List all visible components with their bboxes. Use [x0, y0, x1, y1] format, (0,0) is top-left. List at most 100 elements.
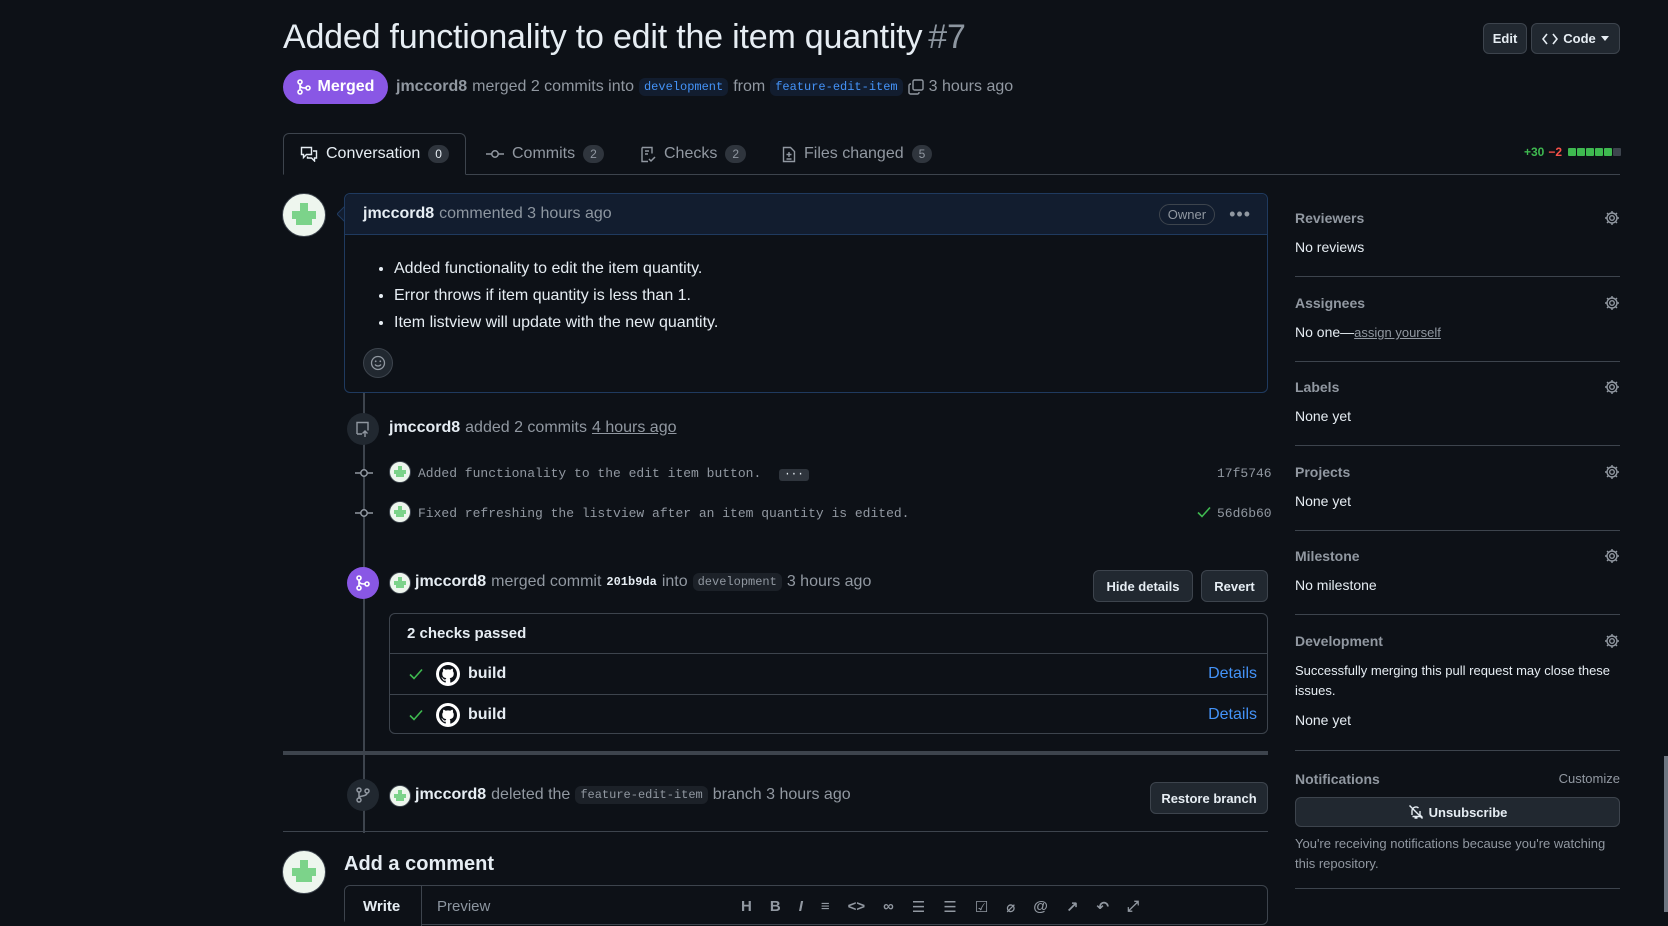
attach-icon[interactable]: ⌀ — [1006, 898, 1015, 916]
merge-icon — [296, 79, 311, 95]
commits-added-event: jmccord8 added 2 commits 4 hours ago — [389, 419, 677, 437]
head-branch[interactable]: feature-edit-item — [770, 78, 903, 96]
base-branch[interactable]: development — [638, 78, 729, 96]
mention-icon[interactable]: @ — [1033, 898, 1048, 916]
event-time-link[interactable]: 4 hours ago — [592, 419, 677, 437]
pr-title-text: Added functionality to edit the item qua… — [283, 18, 923, 56]
diffstat-block — [1595, 148, 1604, 156]
pr-meta: jmccord8 merged 2 commits into developme… — [396, 78, 1013, 96]
deleted-branch[interactable]: feature-edit-item — [575, 786, 708, 804]
merge-icon — [356, 575, 370, 591]
unordered-list-icon[interactable]: ☰ — [943, 898, 956, 916]
cross-reference-icon[interactable]: ↗ — [1066, 898, 1079, 916]
heading-icon[interactable]: H — [741, 898, 752, 916]
check-row: build Details — [390, 694, 1267, 735]
check-name: build — [468, 665, 507, 682]
avatar[interactable] — [389, 785, 411, 807]
quote-icon[interactable]: ≡ — [821, 898, 830, 916]
projects-label: Projects — [1295, 464, 1351, 480]
revert-button[interactable]: Revert — [1201, 570, 1268, 602]
edit-title-button[interactable]: Edit — [1483, 23, 1527, 54]
sidebar-development: Development Successfully merging this pu… — [1295, 633, 1620, 751]
diffstat-block — [1577, 148, 1586, 156]
tab-checks[interactable]: Checks 2 — [624, 133, 762, 175]
task-list-icon[interactable]: ☑ — [975, 898, 988, 916]
reply-icon[interactable]: ↶ — [1096, 898, 1109, 916]
comment-author-link[interactable]: jmccord8 — [363, 205, 434, 223]
ordered-list-icon[interactable]: ☰ — [912, 898, 925, 916]
revert-label: Revert — [1214, 578, 1255, 594]
copy-icon[interactable] — [907, 79, 924, 95]
branch-badge — [347, 779, 379, 811]
commit-row[interactable]: Fixed refreshing the listview after an i… — [418, 506, 909, 521]
gear-icon[interactable] — [1604, 548, 1620, 564]
commit-sha[interactable]: 17f5746 — [1217, 466, 1272, 481]
reviewers-label: Reviewers — [1295, 210, 1365, 226]
code-icon[interactable]: <> — [848, 898, 866, 916]
branch-deleted-event: jmccord8 deleted the feature-edit-item b… — [415, 786, 851, 804]
commit-message[interactable]: Added functionality to the edit item but… — [418, 466, 761, 481]
event-author-link[interactable]: jmccord8 — [415, 573, 486, 591]
tab-preview[interactable]: Preview — [437, 898, 490, 915]
tab-commits[interactable]: Commits 2 — [470, 133, 620, 175]
assign-yourself-link[interactable]: assign yourself — [1354, 325, 1441, 340]
smiley-icon — [370, 355, 386, 371]
pr-author-link[interactable]: jmccord8 — [396, 78, 467, 96]
event-author-link[interactable]: jmccord8 — [415, 786, 486, 804]
link-icon[interactable]: ∞ — [883, 898, 894, 916]
check-icon — [409, 709, 423, 721]
customize-link[interactable]: Customize — [1559, 771, 1620, 787]
assignees-value: No one—assign yourself — [1295, 324, 1620, 340]
avatar[interactable] — [389, 572, 411, 594]
event-text: deleted the — [491, 786, 571, 803]
add-reaction-button[interactable] — [363, 348, 393, 378]
reviewers-value: No reviews — [1295, 239, 1365, 255]
comment-editor: Write Preview H B I ≡ <> ∞ ☰ ☰ ☑ ⌀ @ ↗ ↶… — [344, 885, 1268, 926]
gear-icon[interactable] — [1604, 633, 1620, 649]
gear-icon[interactable] — [1604, 464, 1620, 480]
tab-conversation[interactable]: Conversation 0 — [283, 133, 466, 175]
development-description: Successfully merging this pull request m… — [1295, 663, 1611, 698]
gear-icon[interactable] — [1604, 379, 1620, 395]
commit-message[interactable]: Fixed refreshing the listview after an i… — [418, 506, 909, 521]
checks-summary: 2 checks passed — [390, 614, 1267, 654]
pr-time: 3 hours ago — [928, 78, 1014, 95]
hide-details-button[interactable]: Hide details — [1093, 570, 1193, 602]
italic-icon[interactable]: I — [799, 898, 803, 916]
code-icon — [1542, 33, 1559, 45]
event-text: merged commit — [491, 573, 602, 590]
bell-slash-icon — [1408, 804, 1424, 820]
avatar[interactable] — [282, 850, 326, 894]
fullscreen-icon[interactable]: ⤢ — [1127, 898, 1139, 916]
comment-header: jmccord8 commented 3 hours ago Owner ••• — [345, 194, 1267, 235]
gear-icon[interactable] — [1604, 295, 1620, 311]
tab-conversation-count: 0 — [428, 145, 449, 163]
commit-row[interactable]: Added functionality to the edit item but… — [418, 466, 809, 481]
checklist-icon — [640, 146, 656, 163]
check-name: build — [468, 706, 507, 723]
check-details-link[interactable]: Details — [1208, 706, 1257, 724]
merge-branch[interactable]: development — [692, 573, 782, 591]
commit-sha[interactable]: 56d6b60 — [1217, 506, 1272, 521]
avatar[interactable] — [389, 461, 411, 483]
restore-branch-button[interactable]: Restore branch — [1150, 782, 1268, 814]
unsubscribe-button[interactable]: Unsubscribe — [1295, 797, 1620, 827]
tab-write[interactable]: Write — [345, 886, 422, 926]
merge-commit-sha[interactable]: 201b9da — [606, 575, 656, 589]
tab-commits-count: 2 — [583, 145, 604, 163]
gear-icon[interactable] — [1604, 210, 1620, 226]
kebab-horizontal-icon[interactable]: ••• — [1229, 204, 1251, 225]
event-author-link[interactable]: jmccord8 — [389, 419, 460, 437]
check-icon — [409, 668, 423, 680]
git-commit-icon — [355, 469, 373, 477]
expand-commit-button[interactable]: ··· — [779, 469, 809, 481]
tab-files-changed[interactable]: Files changed 5 — [766, 133, 948, 175]
avatar[interactable] — [282, 193, 326, 237]
scrollbar-thumb[interactable] — [1664, 756, 1668, 912]
check-details-link[interactable]: Details — [1208, 665, 1257, 683]
code-dropdown-button[interactable]: Code — [1531, 23, 1620, 54]
github-icon — [436, 662, 460, 686]
add-comment-heading: Add a comment — [344, 853, 495, 875]
avatar[interactable] — [389, 501, 411, 523]
bold-icon[interactable]: B — [770, 898, 781, 916]
